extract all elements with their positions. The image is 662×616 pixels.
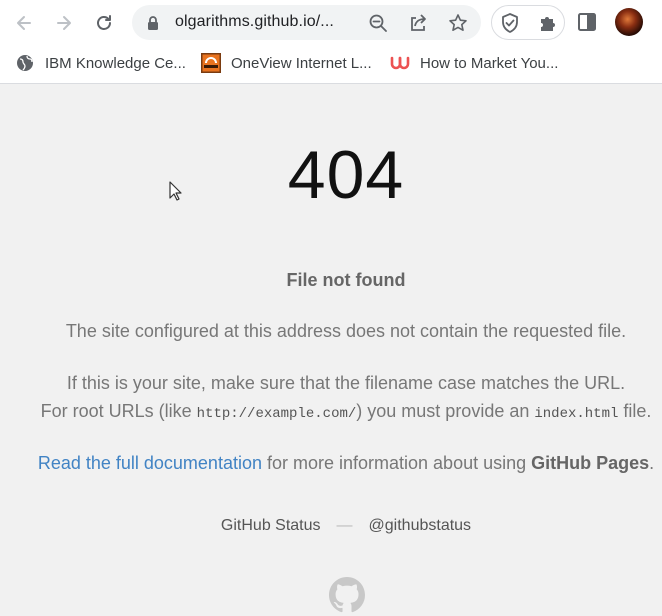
index-html-code: index.html — [534, 406, 619, 422]
lock-icon[interactable] — [146, 15, 160, 31]
side-panel-icon[interactable] — [577, 12, 597, 32]
zoom-button[interactable] — [368, 13, 388, 33]
bookmarks-bar: IBM Knowledge Ce... OneView Internet L..… — [0, 45, 662, 84]
github-octocat-icon[interactable] — [329, 577, 365, 613]
reload-icon — [97, 15, 111, 30]
documentation-text: for more information about using — [261, 453, 532, 473]
share-icon — [411, 14, 426, 31]
back-button[interactable] — [11, 10, 37, 36]
reload-button[interactable] — [91, 10, 117, 36]
bookmark-how-to-market[interactable]: How to Market You... — [390, 53, 558, 73]
footer-separator: — — [336, 517, 353, 534]
puzzle-extensions-icon[interactable] — [538, 13, 558, 33]
oneview-favicon-icon — [201, 53, 221, 73]
example-url-code: http://example.com/ — [196, 406, 357, 422]
documentation-link[interactable]: Read the full documentation — [38, 453, 262, 473]
footer-links: GitHub Status — @githubstatus — [0, 517, 662, 535]
url-text[interactable]: olgarithms.github.io/... — [175, 13, 334, 31]
github-pages-strong: GitHub Pages — [531, 453, 650, 473]
root-url-message: For root URLs (like http://example.com/)… — [0, 401, 662, 422]
error-title: File not found — [286, 270, 406, 290]
browser-toolbar: olgarithms.github.io/... — [0, 0, 662, 45]
documentation-end: . — [649, 453, 655, 473]
bookmark-label: IBM Knowledge Ce... — [45, 54, 186, 72]
bookmark-ibm-knowledge-center[interactable]: IBM Knowledge Ce... — [15, 53, 186, 73]
bookmark-label: How to Market You... — [420, 54, 559, 72]
github-status-link[interactable]: GitHub Status — [221, 517, 321, 534]
mouse-cursor-icon — [169, 181, 182, 201]
error-code: 404 — [287, 137, 405, 213]
forward-arrow-icon — [57, 16, 71, 30]
error-message: The site configured at this address does… — [65, 321, 627, 341]
globe-icon — [15, 53, 35, 73]
filename-case-message: If this is your site, make sure that the… — [66, 373, 626, 393]
bookmark-label: OneView Internet L... — [231, 54, 372, 72]
documentation-message: Read the full documentation for more inf… — [0, 453, 662, 474]
shield-extension-icon[interactable] — [500, 12, 520, 34]
root-url-middle: ) you must provide an — [356, 401, 535, 421]
udemy-favicon-icon — [390, 53, 410, 73]
root-url-suffix: file. — [618, 401, 652, 421]
githubstatus-handle-link[interactable]: @githubstatus — [369, 517, 472, 534]
forward-button[interactable] — [51, 10, 77, 36]
root-url-prefix: For root URLs (like — [40, 401, 197, 421]
page-content: 404 File not found The site configured a… — [0, 84, 662, 616]
share-button[interactable] — [408, 13, 428, 33]
bookmark-oneview-internet[interactable]: OneView Internet L... — [201, 53, 372, 73]
back-arrow-icon — [17, 16, 31, 30]
zoom-out-icon — [369, 14, 387, 32]
bookmark-star-button[interactable] — [448, 13, 468, 33]
address-bar[interactable]: olgarithms.github.io/... — [132, 5, 481, 40]
profile-avatar[interactable] — [615, 8, 643, 36]
star-icon — [449, 14, 467, 31]
extensions-group — [491, 5, 565, 40]
